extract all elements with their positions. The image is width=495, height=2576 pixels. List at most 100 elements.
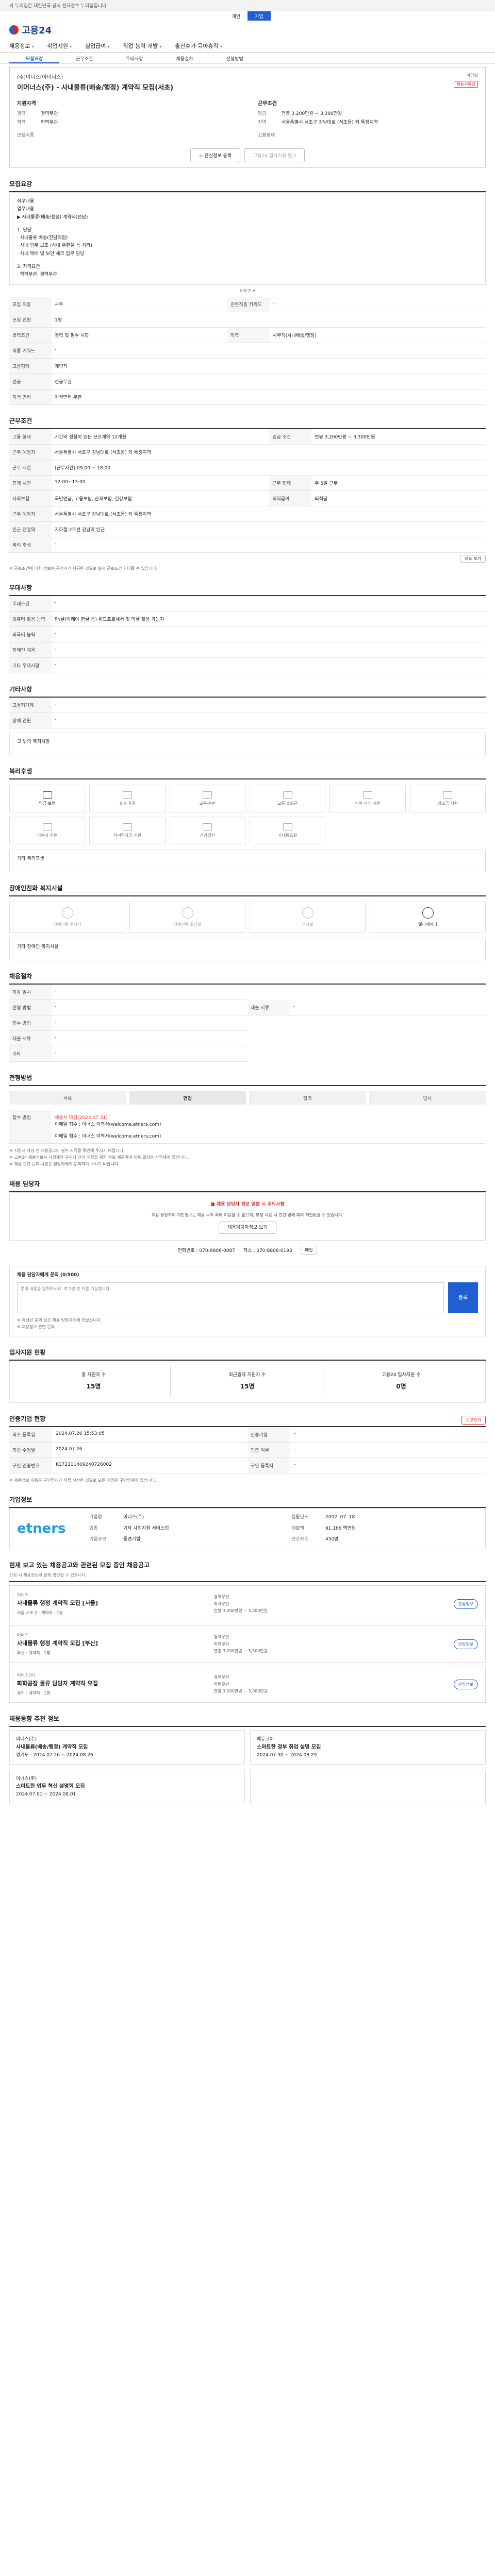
qna-input[interactable]: [17, 1282, 444, 1314]
row-value: -: [52, 642, 486, 658]
section-title: 채용 담당자: [9, 1180, 40, 1188]
brand-name: 고용24: [22, 25, 52, 36]
chevron-down-icon: ▾: [31, 44, 34, 49]
applicant-stat: 고용24 입사지원 수 0명: [324, 1366, 478, 1397]
row-value: -: [52, 537, 486, 553]
status-value: -: [294, 1446, 296, 1452]
company-row: 기업규모 중견기업: [89, 1536, 276, 1544]
tab-work[interactable]: 근무조건: [59, 53, 109, 63]
nav-item-benefit[interactable]: 실업급여 ▾: [85, 42, 110, 50]
row-key: 퇴직급여: [269, 490, 312, 506]
desc-line: 1. 담당: [17, 227, 32, 233]
row-key: 복리 후생: [9, 537, 52, 553]
manager-info-button[interactable]: 채용담당자정보 보기: [219, 1221, 276, 1234]
stat-value: 15명: [86, 1383, 101, 1391]
section-title: 기타사항: [9, 686, 32, 693]
company-key: 근로자수: [291, 1537, 309, 1543]
company-key: 매출액: [291, 1526, 304, 1531]
row-key: 컴퓨터 활용 능력: [9, 611, 52, 628]
site-header: 고용24: [0, 21, 495, 39]
summary-row: 모집직종: [17, 131, 237, 138]
status-grid: 최초 등록일 2024.07.26 15:53:05 인증기업 - 최종 수정일 2024…: [9, 1427, 486, 1473]
manager-box: ■ 채용 담당자 정보 열람 시 주의사항 채용 담당자의 개인정보는 채용 목…: [9, 1192, 486, 1241]
row-key: 모집 인원: [9, 312, 52, 328]
recent-card[interactable]: 이너스(주) 사내물류(배송/행정) 계약직 모집 경기도 · 2024.07.26…: [9, 1730, 245, 1765]
more-button[interactable]: 더보기 ▾: [9, 288, 486, 294]
company-row: 근로자수 450명: [291, 1536, 478, 1544]
nav-item-training[interactable]: 직업 능력 개발 ▾: [123, 42, 162, 50]
benefit-icon: [283, 823, 292, 831]
scrap-button[interactable]: ☆ 관심정보 등록: [190, 148, 241, 162]
method-section: 전형방법 서류 면접 합격 입사 접수 방법 채용시 마감(2024.07.31) 이…: [9, 1073, 486, 1167]
nav-item-support[interactable]: 취업지원 ▾: [47, 42, 72, 50]
qna-section: 채용 담당자에게 문의 (0/500) 등록 ※ 작성된 문의 글은 채용 담당…: [9, 1266, 486, 1336]
mail-button[interactable]: 메일: [300, 1246, 318, 1255]
recruit-section: 모집요강 직무내용 업무내용 ▶ 사내물류(배송/행정) 계약직(전담) 1. 담당 …: [9, 179, 486, 405]
company-name[interactable]: (주)이너스(아이너스): [17, 73, 173, 80]
note-line: ※ 지원서 작성 전 채용공고의 필수 서류를 확인해 주시기 바랍니다.: [9, 1148, 125, 1154]
row-key: 기타: [9, 1046, 52, 1062]
status-key: 구인 등록자: [248, 1458, 290, 1473]
benefit-card: 교육·훈련: [169, 785, 245, 813]
row-key: 고용 형태: [9, 429, 52, 445]
row-value: -: [52, 596, 486, 612]
save-button[interactable]: 관심정보: [453, 1639, 478, 1649]
method-step: 면접: [129, 1091, 246, 1105]
etc-disabled-box: 기타 장애인 복지시설: [9, 938, 486, 961]
company-key: 기업명: [89, 1515, 102, 1520]
save-button[interactable]: 관심정보: [453, 1679, 478, 1689]
summary-value: 학력무관: [41, 120, 58, 125]
related-title[interactable]: 화학공장 물류 담당자 계약직 모집: [17, 1679, 98, 1687]
nav-item-leave[interactable]: 출산휴가·육아휴직 ▾: [175, 42, 222, 50]
report-button[interactable]: 신고하기: [461, 1415, 486, 1425]
etc-welfare-box: 그 밖의 복지사항: [9, 733, 486, 756]
related-cond: 경력무관: [213, 1594, 229, 1599]
row-key: 임금 조건: [269, 429, 312, 445]
apply-button[interactable]: 고용24 입사지원 불가: [244, 148, 305, 162]
nav-label: 취업지원: [47, 42, 68, 49]
tab-process[interactable]: 채용절차: [159, 53, 209, 63]
site-logo[interactable]: 고용24: [9, 23, 52, 37]
row-value: -: [52, 1015, 248, 1031]
related-job[interactable]: 이너스(주) 화학공장 물류 담당자 계약직 모집 경기 · 계약직 · 1명 경력무…: [9, 1666, 486, 1703]
detail-tabs: 모집요강 근무조건 우대사항 채용절차 전형방법: [0, 53, 495, 64]
facility-card: 장애인용 주차장: [9, 902, 125, 933]
qna-submit-button[interactable]: 등록: [448, 1282, 478, 1314]
recent-card[interactable]: 이너스(주) 스마트한 업무 혁신 설명회 모집 2024.07.01 ~ 2024…: [9, 1770, 245, 1804]
tab-method[interactable]: 전형방법: [210, 53, 260, 63]
related-main: 이너스 사내물류 행정 계약직 모집 [서울] 서울 서초구 · 계약직 · 1명: [17, 1592, 98, 1616]
note-line: ※ 채용정보 관련 문의: [17, 1325, 55, 1330]
related-job[interactable]: 이너스 사내물류 행정 계약직 모집 [부산] 부산 · 계약직 · 1명 경력무관 학…: [9, 1625, 486, 1663]
related-job[interactable]: 이너스 사내물류 행정 계약직 모집 [서울] 서울 서초구 · 계약직 · 1명 경…: [9, 1585, 486, 1623]
related-list: 이너스 사내물류 행정 계약직 모집 [서울] 서울 서초구 · 계약직 · 1명 경…: [9, 1585, 486, 1703]
nav-item-jobs[interactable]: 채용정보 ▾: [9, 42, 34, 50]
save-button[interactable]: 관심정보: [453, 1599, 478, 1609]
benefit-card: 식비·식대 지원: [329, 785, 406, 813]
tab-prefer[interactable]: 우대사항: [109, 53, 159, 63]
summary-key: 학력: [17, 120, 26, 125]
wheelchair-icon: [302, 907, 314, 919]
related-cond: 학력무관: [213, 1682, 229, 1687]
map-button[interactable]: 지도 보기: [460, 554, 486, 563]
user-type-company[interactable]: 기업: [248, 11, 271, 21]
row-value: -: [52, 657, 486, 674]
table-row: 복리 후생 -: [9, 537, 486, 553]
recent-card[interactable]: 에듀코어 스마트한 정부 취업 설명 모집 2024.07.30 ~ 2024.08…: [250, 1730, 486, 1765]
company-value: 450명: [325, 1537, 339, 1543]
related-title[interactable]: 사내물류 행정 계약직 모집 [부산]: [17, 1639, 98, 1647]
desc-line: 업무내용: [17, 207, 35, 212]
user-type-personal[interactable]: 개인: [224, 11, 248, 21]
status-key: 인증 여부: [248, 1442, 290, 1458]
stat-value: 15명: [240, 1383, 255, 1391]
related-cond: 학력무관: [213, 1601, 229, 1606]
row-key: 외국어 능력: [9, 626, 52, 643]
process-section: 채용절차 마감 일시 - 전형 방법 - 제출 서류 - 접수 방법 - 제출 서류 - 기타 -: [9, 972, 486, 1062]
tab-recruit[interactable]: 모집요강: [9, 53, 60, 63]
table-row: 직종 키워드 -: [9, 343, 486, 359]
table-row: 기타 우대사항 -: [9, 657, 486, 674]
related-title[interactable]: 사내물류 행정 계약직 모집 [서울]: [17, 1599, 98, 1607]
recent-card: [250, 1770, 486, 1804]
table-row: 기타 -: [9, 1046, 486, 1062]
table-row: 휴게 시간 12:00~13:00 근무 형태 주 5일 근무: [9, 475, 486, 491]
section-title: 장애인친화 복지시설: [9, 885, 63, 892]
